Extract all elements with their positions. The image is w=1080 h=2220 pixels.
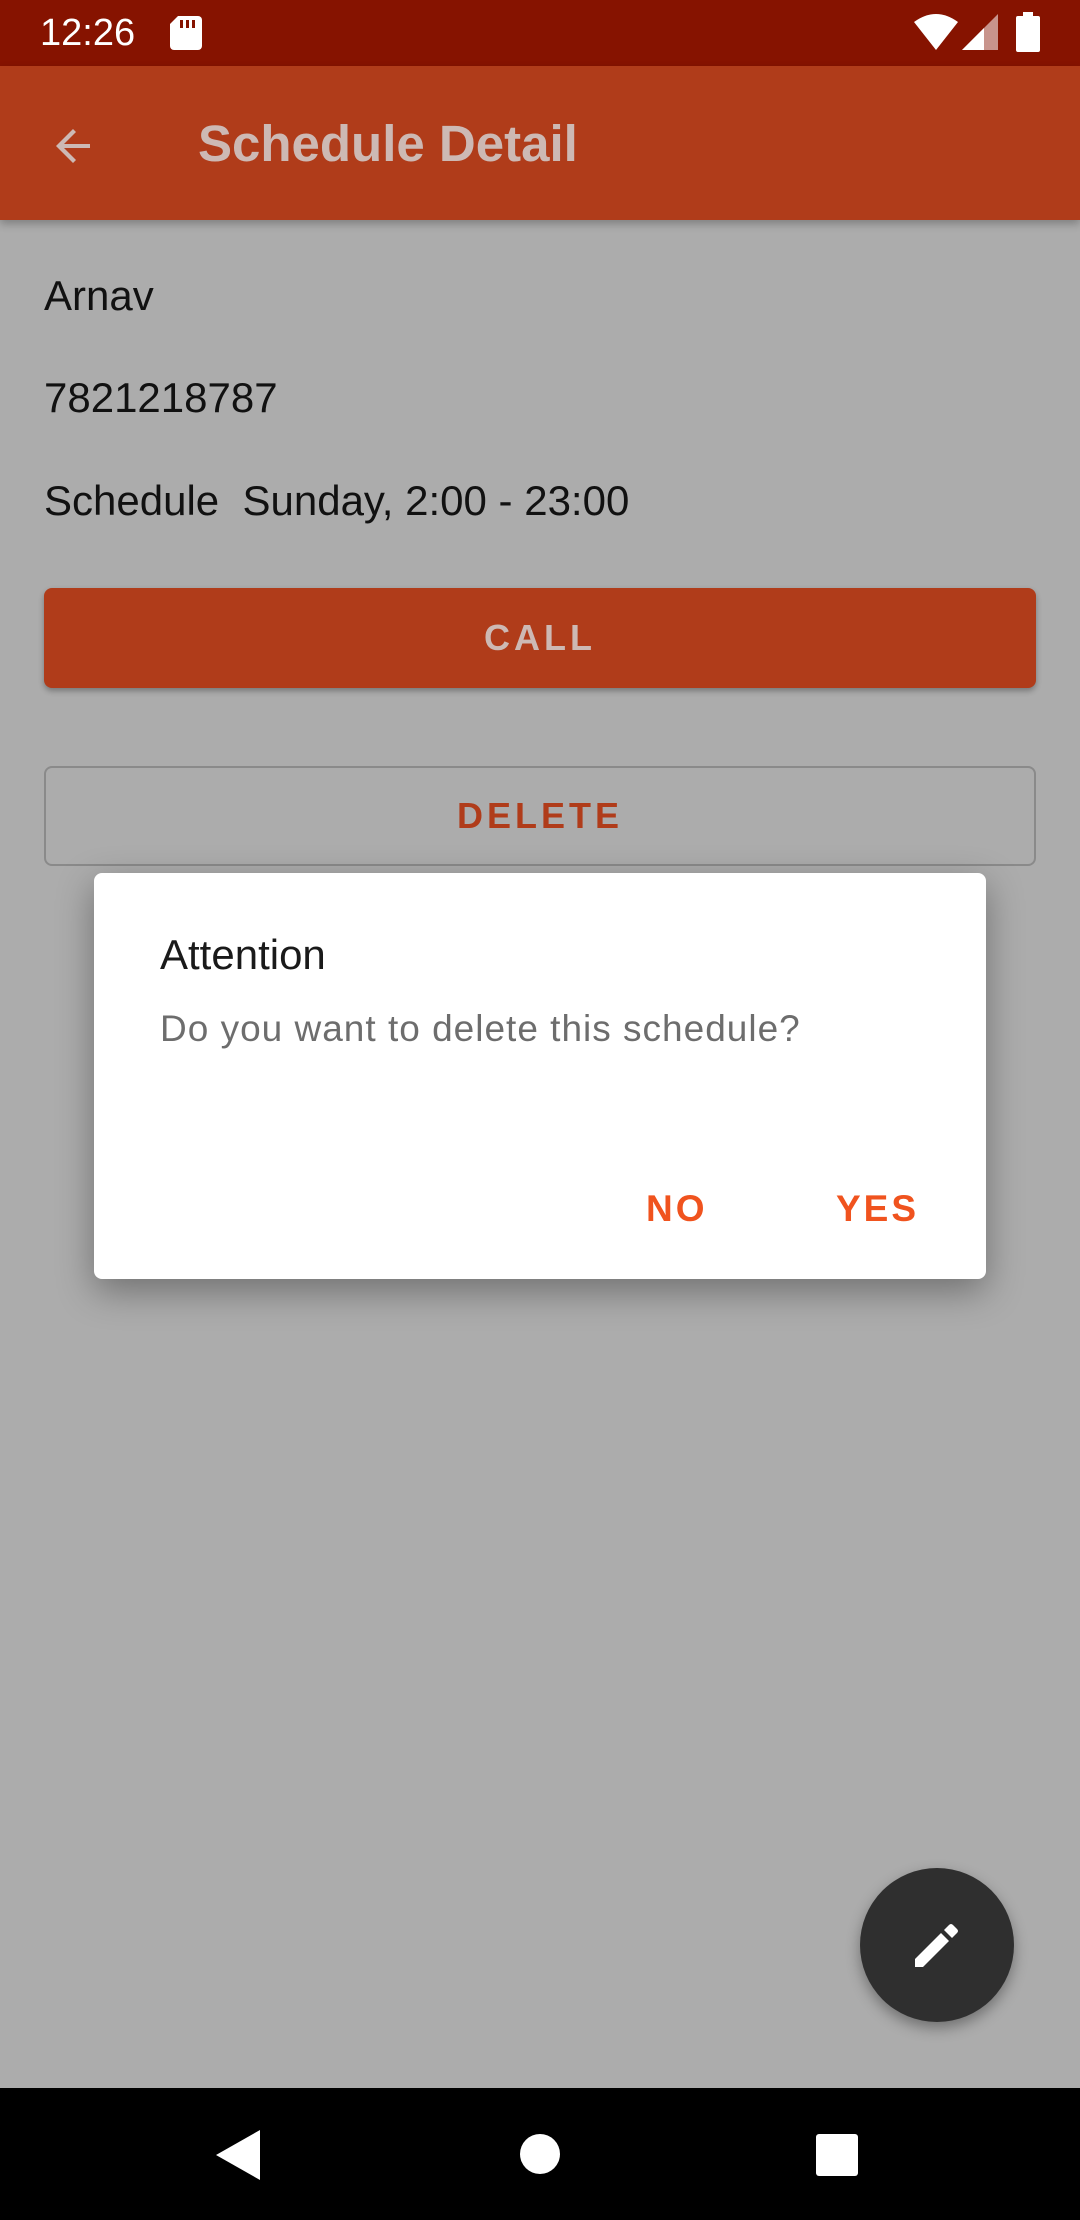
contact-phone: 7821218787 xyxy=(44,374,278,421)
no-button[interactable]: NO xyxy=(626,1177,728,1241)
yes-button[interactable]: YES xyxy=(816,1177,939,1241)
status-bar: 12:26 xyxy=(0,0,1080,66)
sd-card-icon xyxy=(170,16,202,50)
pencil-icon xyxy=(915,1924,958,1967)
app-bar: Schedule Detail xyxy=(0,66,1080,220)
battery-icon xyxy=(1016,12,1040,52)
nav-recents-icon[interactable] xyxy=(816,2134,858,2176)
status-time: 12:26 xyxy=(40,12,136,54)
call-button[interactable]: CALL xyxy=(44,588,1036,688)
nav-home-icon[interactable] xyxy=(520,2134,560,2174)
schedule-info: Schedule Sunday, 2:00 - 23:00 xyxy=(44,477,630,524)
dialog-title: Attention xyxy=(160,931,326,978)
signal-icon xyxy=(962,14,998,50)
back-button[interactable] xyxy=(36,108,112,184)
wifi-icon xyxy=(914,14,958,50)
contact-name: Arnav xyxy=(44,272,154,319)
system-nav-bar xyxy=(0,2088,1080,2220)
delete-button[interactable]: DELETE xyxy=(44,766,1036,866)
page-title: Schedule Detail xyxy=(198,115,578,172)
edit-fab[interactable] xyxy=(860,1868,1014,2022)
nav-back-icon[interactable] xyxy=(216,2130,260,2180)
arrow-left-icon xyxy=(56,129,90,163)
confirm-dialog: Attention Do you want to delete this sch… xyxy=(94,873,986,1279)
dialog-message: Do you want to delete this schedule? xyxy=(160,1008,801,1049)
